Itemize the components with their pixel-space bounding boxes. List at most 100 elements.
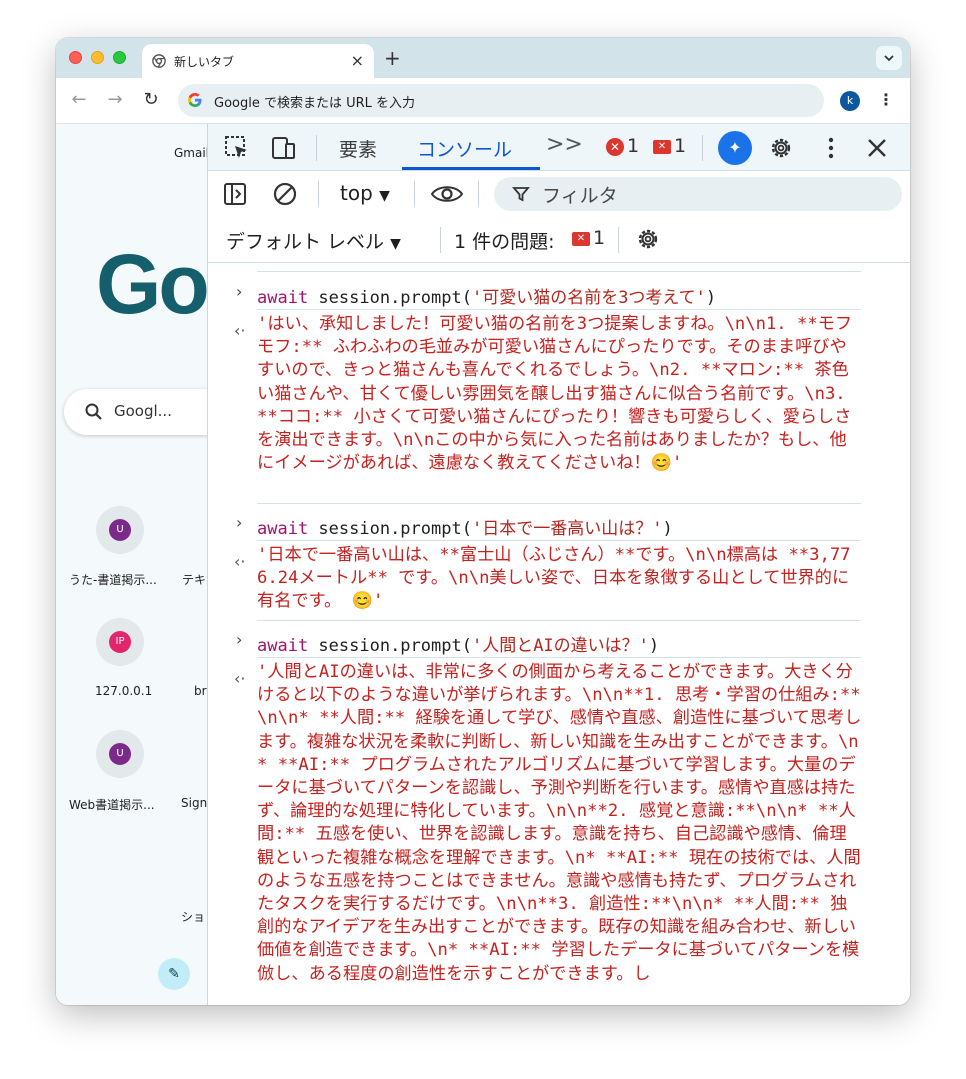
more-tabs-button[interactable]: >>: [546, 132, 583, 157]
live-expression-eye-icon[interactable]: [430, 181, 464, 207]
shortcut-avatar: U: [109, 743, 131, 765]
inspect-element-icon[interactable]: [224, 135, 250, 161]
log-level-dropdown[interactable]: デフォルト レベル ▼: [226, 227, 401, 254]
log-divider: [257, 503, 861, 504]
devtools-panel: 要素 コンソール >> ✕ 1 ✕ 1 ✦ top ▼ フィルタ デフォルト レ…: [207, 124, 910, 1005]
search-icon: [85, 403, 102, 420]
command-keyword: await: [257, 519, 309, 539]
separator: [316, 135, 317, 161]
result-arrow-icon: ‹·: [234, 669, 246, 688]
separator: [414, 181, 415, 207]
shortcut-tile-2[interactable]: IP: [96, 618, 144, 666]
customize-pencil-icon[interactable]: ✎: [158, 958, 190, 990]
shortcut-avatar: U: [109, 519, 131, 541]
tab-console[interactable]: コンソール: [417, 135, 512, 162]
chrome-icon: [152, 54, 166, 68]
separator: [702, 135, 703, 161]
shortcut-label-partial: br: [194, 684, 207, 698]
shortcut-tile-1[interactable]: U: [96, 506, 144, 554]
context-label: top: [340, 181, 373, 205]
command-call: session.prompt(: [308, 519, 472, 539]
profile-avatar[interactable]: k: [840, 91, 860, 111]
close-window-button[interactable]: [69, 51, 82, 64]
filter-funnel-icon: [512, 187, 530, 202]
result-arrow-icon: ‹·: [234, 552, 246, 571]
separator: [318, 181, 319, 207]
omnibox[interactable]: Google で検索または URL を入力: [178, 84, 824, 117]
shortcut-label: 127.0.0.1: [95, 684, 153, 698]
new-tab-page: Gmail Go Googl... U うた-書道掲示... テキ IP 127…: [56, 124, 207, 1005]
issue-icon: ✕: [572, 232, 590, 246]
console-result[interactable]: 'はい、承知しました！可愛い猫の名前を3つ提案しますね。\n\n1. **モフモ…: [257, 313, 863, 475]
ai-assistance-icon[interactable]: ✦: [718, 131, 752, 165]
console-log[interactable]: › await session.prompt('可愛い猫の名前を3つ考えて') …: [208, 263, 910, 1005]
settings-gear-icon[interactable]: [768, 135, 794, 161]
log-divider: [257, 540, 861, 541]
log-divider: [257, 309, 861, 310]
tab-new-tab[interactable]: 新しいタブ ×: [142, 44, 374, 78]
browser-window: 新しいタブ × + ← → ↻ Google で検索または URL を入力 k …: [56, 38, 910, 1005]
tab-search-button[interactable]: [876, 46, 902, 70]
console-command[interactable]: await session.prompt('人間とAIの違いは？'): [257, 631, 659, 656]
gmail-link[interactable]: Gmail: [174, 146, 207, 160]
new-tab-button[interactable]: +: [384, 46, 401, 70]
log-divider: [257, 620, 861, 621]
separator: [478, 181, 479, 207]
command-close: ): [648, 636, 660, 656]
context-selector[interactable]: top ▼: [340, 181, 390, 205]
separator: [618, 227, 619, 253]
close-devtools-icon[interactable]: [864, 135, 890, 161]
error-icon: ✕: [606, 138, 624, 156]
shortcut-tile-3[interactable]: U: [96, 730, 144, 778]
shortcut-label-partial: テキ: [182, 573, 207, 587]
sidebar-toggle-icon[interactable]: [222, 181, 248, 207]
zoom-window-button[interactable]: [113, 51, 126, 64]
browser-menu-icon[interactable]: ⋮: [878, 90, 894, 109]
tab-title: 新しいタブ: [174, 55, 235, 69]
input-chevron-icon: ›: [236, 282, 243, 301]
command-argument: '可愛い猫の名前を3つ考えて': [471, 288, 706, 308]
command-close: ): [705, 288, 717, 308]
caret-down-icon: ▼: [379, 188, 390, 204]
google-logo: Go: [96, 237, 207, 331]
command-argument: '日本で一番高い山は？': [471, 519, 663, 539]
shortcut-label: Web書道掲示...: [69, 798, 155, 812]
log-divider: [257, 657, 861, 658]
google-g-icon: [188, 93, 202, 107]
error-count: 1: [627, 135, 640, 157]
log-level-label: デフォルト レベル: [226, 231, 385, 253]
console-toolbar: top ▼ フィルタ: [208, 171, 910, 217]
minimize-window-button[interactable]: [91, 51, 104, 64]
devtools-tab-bar: 要素 コンソール >> ✕ 1 ✕ 1 ✦: [208, 124, 910, 171]
console-command[interactable]: await session.prompt('可愛い猫の名前を3つ考えて'): [257, 283, 716, 308]
separator: [440, 227, 441, 253]
console-level-bar: デフォルト レベル ▼ 1 件の問題: ✕ 1: [208, 217, 910, 263]
reload-button[interactable]: ↻: [140, 89, 162, 111]
close-tab-icon[interactable]: ×: [351, 51, 364, 70]
command-argument: '人間とAIの違いは？': [471, 636, 649, 656]
console-filter-input[interactable]: フィルタ: [494, 177, 902, 211]
browser-toolbar: ← → ↻ Google で検索または URL を入力 k ⋮: [56, 78, 910, 124]
tab-elements[interactable]: 要素: [339, 135, 377, 162]
more-options-icon[interactable]: [818, 135, 844, 161]
shortcut-avatar: IP: [109, 631, 131, 653]
console-result[interactable]: '日本で一番高い山は、**富士山（ふじさん）**です。\n\n標高は **3,7…: [257, 544, 863, 614]
console-result[interactable]: '人間とAIの違いは、非常に多くの側面から考えることができます。大きく分けると以…: [257, 661, 863, 986]
input-chevron-icon: ›: [236, 630, 243, 649]
clear-console-icon[interactable]: [272, 181, 298, 207]
filter-placeholder: フィルタ: [542, 185, 618, 207]
issues-label[interactable]: 1 件の問題:: [454, 227, 555, 254]
back-button[interactable]: ←: [68, 89, 90, 111]
command-close: ): [662, 519, 673, 539]
issue-count: 1: [674, 135, 687, 157]
console-command[interactable]: await session.prompt('日本で一番高い山は？'): [257, 514, 673, 539]
result-arrow-icon: ‹·: [234, 321, 246, 340]
ntp-search-box[interactable]: Googl...: [64, 389, 207, 435]
forward-button[interactable]: →: [104, 89, 126, 111]
shortcut-label-partial: Sign: [181, 796, 207, 810]
caret-down-icon: ▼: [390, 236, 401, 252]
device-toolbar-icon[interactable]: [270, 135, 296, 161]
console-settings-gear-icon[interactable]: [635, 226, 661, 252]
command-keyword: await: [257, 288, 309, 308]
omnibox-placeholder: Google で検索または URL を入力: [214, 96, 416, 111]
